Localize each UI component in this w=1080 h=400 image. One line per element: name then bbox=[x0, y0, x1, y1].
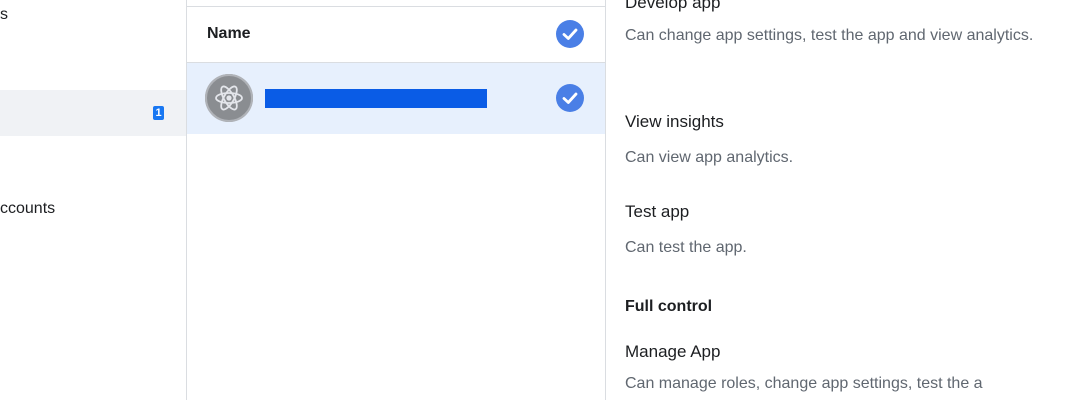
asset-list: Name bbox=[187, 0, 606, 400]
permission-title-test-app: Test app bbox=[625, 202, 690, 221]
sidebar-item-accounts[interactable]: ccounts bbox=[0, 200, 55, 218]
sidebar: s 1 ccounts bbox=[0, 0, 187, 400]
permission-desc-develop-app: Can change app settings, test the app an… bbox=[625, 27, 1034, 44]
sidebar-item-label[interactable]: s bbox=[0, 6, 8, 24]
permissions-panel: Develop app Can change app settings, tes… bbox=[606, 0, 1080, 400]
select-all-check-icon[interactable] bbox=[556, 20, 584, 48]
redacted-app-name bbox=[265, 89, 487, 108]
column-header-name: Name bbox=[207, 25, 251, 42]
section-heading-full-control: Full control bbox=[625, 298, 713, 315]
permission-title-manage-app: Manage App bbox=[625, 342, 721, 361]
table-row[interactable] bbox=[187, 63, 605, 134]
row-selected-check-icon[interactable] bbox=[556, 84, 584, 112]
permission-desc-manage-app: Can manage roles, change app settings, t… bbox=[625, 375, 983, 392]
permission-title-view-insights: View insights bbox=[625, 112, 724, 131]
sidebar-item-active[interactable]: 1 bbox=[0, 90, 186, 136]
asset-list-header: Name bbox=[187, 7, 605, 63]
permission-title-develop-app: Develop app bbox=[625, 0, 721, 12]
atom-app-icon bbox=[205, 74, 253, 122]
permission-desc-view-insights: Can view app analytics. bbox=[625, 149, 794, 166]
permission-desc-test-app: Can test the app. bbox=[625, 239, 747, 256]
count-badge: 1 bbox=[153, 106, 164, 120]
